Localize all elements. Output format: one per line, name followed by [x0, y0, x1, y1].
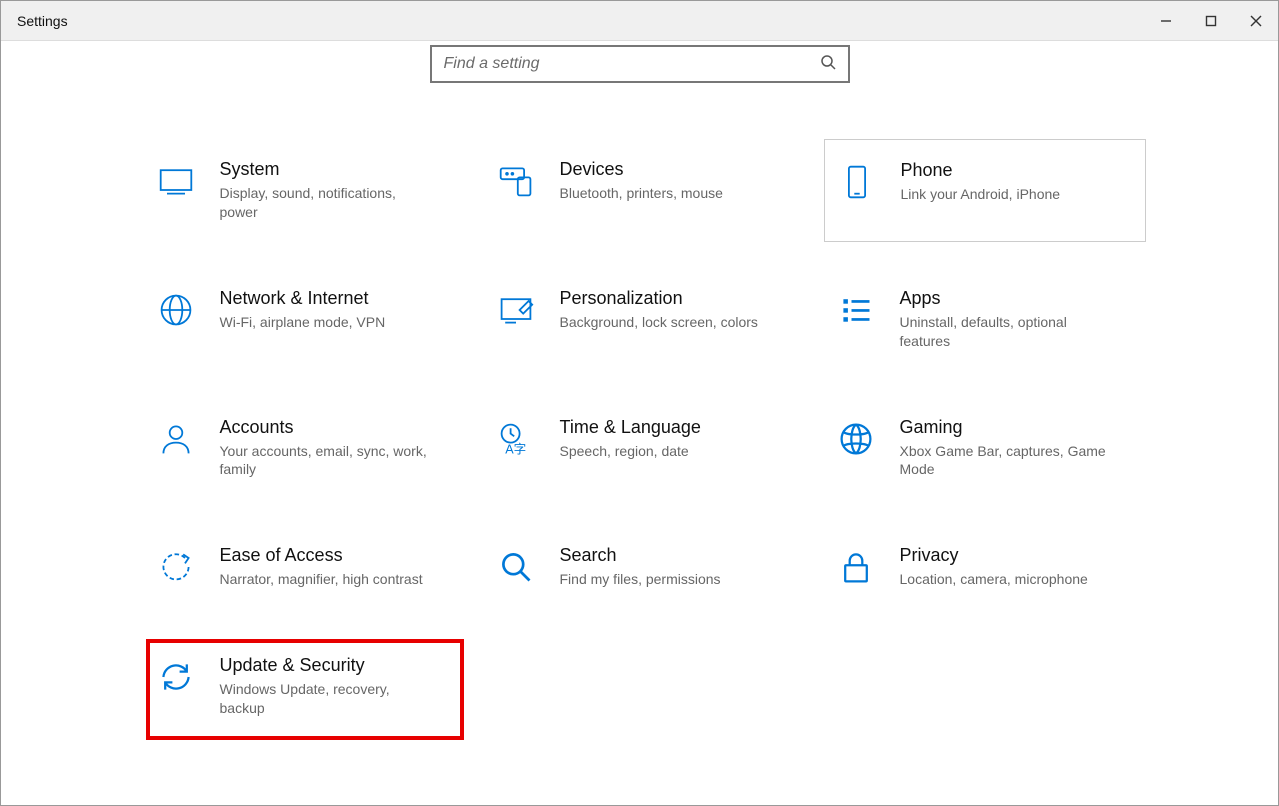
privacy-icon	[836, 547, 876, 587]
search-container	[1, 45, 1278, 83]
category-title: Search	[560, 545, 794, 566]
phone-icon	[837, 162, 877, 202]
category-title: Network & Internet	[220, 288, 454, 309]
category-title: Apps	[900, 288, 1134, 309]
accounts-icon	[156, 419, 196, 459]
search-input[interactable]	[444, 55, 820, 73]
category-privacy[interactable]: Privacy Location, camera, microphone	[830, 539, 1140, 595]
svg-text:A字: A字	[505, 442, 526, 456]
category-title: Personalization	[560, 288, 794, 309]
network-icon	[156, 290, 196, 330]
category-desc: Find my files, permissions	[560, 570, 770, 589]
category-desc: Display, sound, notifications, power	[220, 184, 430, 222]
window-controls	[1143, 1, 1278, 41]
category-network[interactable]: Network & Internet Wi-Fi, airplane mode,…	[150, 282, 460, 357]
category-title: Privacy	[900, 545, 1134, 566]
category-accounts[interactable]: Accounts Your accounts, email, sync, wor…	[150, 411, 460, 486]
category-devices[interactable]: Devices Bluetooth, printers, mouse	[490, 153, 800, 228]
category-desc: Your accounts, email, sync, work, family	[220, 442, 430, 480]
category-title: Update & Security	[220, 655, 454, 676]
category-phone[interactable]: Phone Link your Android, iPhone	[824, 139, 1146, 242]
devices-icon	[496, 161, 536, 201]
category-desc: Windows Update, recovery, backup	[220, 680, 430, 718]
window-title: Settings	[17, 13, 68, 29]
category-ease[interactable]: Ease of Access Narrator, magnifier, high…	[150, 539, 460, 595]
category-time[interactable]: A字 Time & Language Speech, region, date	[490, 411, 800, 486]
category-desc: Link your Android, iPhone	[901, 185, 1111, 204]
categories-grid: System Display, sound, notifications, po…	[150, 153, 1130, 724]
category-title: Ease of Access	[220, 545, 454, 566]
category-system[interactable]: System Display, sound, notifications, po…	[150, 153, 460, 228]
category-title: Time & Language	[560, 417, 794, 438]
category-apps[interactable]: Apps Uninstall, defaults, optional featu…	[830, 282, 1140, 357]
maximize-button[interactable]	[1188, 1, 1233, 41]
category-title: Gaming	[900, 417, 1134, 438]
ease-icon	[156, 547, 196, 587]
system-icon	[156, 161, 196, 201]
search-icon	[820, 54, 836, 75]
category-desc: Uninstall, defaults, optional features	[900, 313, 1110, 351]
update-icon	[156, 657, 196, 697]
category-desc: Speech, region, date	[560, 442, 770, 461]
apps-icon	[836, 290, 876, 330]
close-button[interactable]	[1233, 1, 1278, 41]
time-icon: A字	[496, 419, 536, 459]
category-search[interactable]: Search Find my files, permissions	[490, 539, 800, 595]
personalization-icon	[496, 290, 536, 330]
titlebar: Settings	[1, 1, 1278, 41]
minimize-button[interactable]	[1143, 1, 1188, 41]
category-desc: Bluetooth, printers, mouse	[560, 184, 770, 203]
category-desc: Wi-Fi, airplane mode, VPN	[220, 313, 430, 332]
gaming-icon	[836, 419, 876, 459]
category-title: Accounts	[220, 417, 454, 438]
category-desc: Narrator, magnifier, high contrast	[220, 570, 430, 589]
category-update[interactable]: Update & Security Windows Update, recove…	[150, 643, 460, 736]
category-title: Phone	[901, 160, 1133, 181]
category-title: System	[220, 159, 454, 180]
category-desc: Location, camera, microphone	[900, 570, 1110, 589]
category-desc: Xbox Game Bar, captures, Game Mode	[900, 442, 1110, 480]
category-gaming[interactable]: Gaming Xbox Game Bar, captures, Game Mod…	[830, 411, 1140, 486]
category-desc: Background, lock screen, colors	[560, 313, 770, 332]
category-title: Devices	[560, 159, 794, 180]
category-personalization[interactable]: Personalization Background, lock screen,…	[490, 282, 800, 357]
search-category-icon	[496, 547, 536, 587]
search-box[interactable]	[430, 45, 850, 83]
